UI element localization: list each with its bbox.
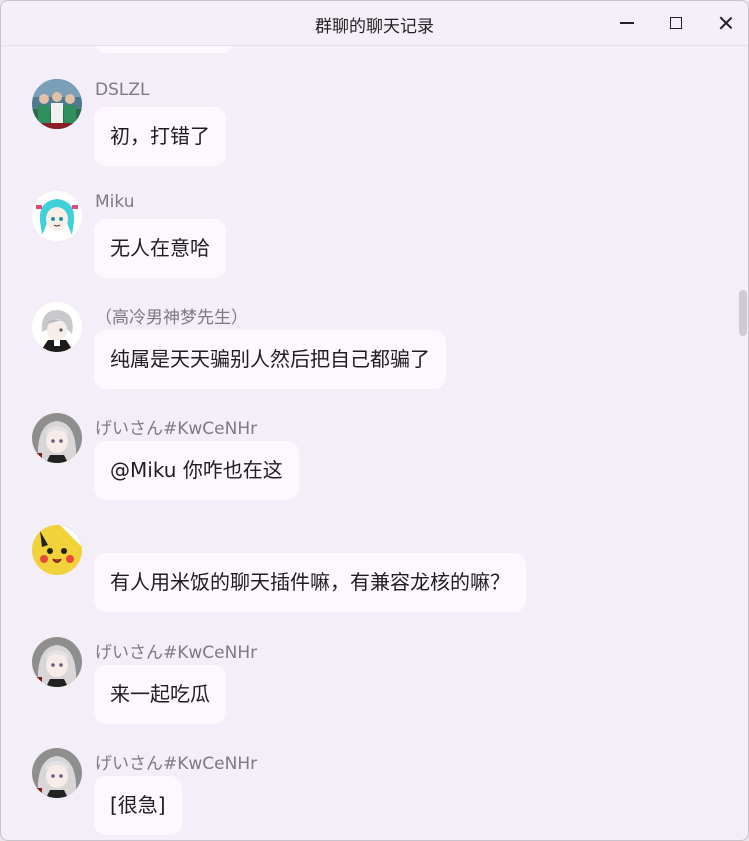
- message-list[interactable]: DSLZL 初，打错了 Miku 无人在意哈 （高冷男神梦先生） 纯属是天天骗别…: [1, 46, 748, 840]
- sender-name: げいさん#KwCeNHr: [95, 643, 258, 663]
- chat-history-window: 群聊的聊天记录 DSLZL 初，打错了 Miku 无人在意哈 （高冷男神梦先生）…: [0, 0, 749, 841]
- minimize-icon: [620, 22, 634, 24]
- sender-name: Miku: [95, 192, 135, 212]
- sender-name: げいさん#KwCeNHr: [95, 419, 258, 439]
- anime-girl-avatar[interactable]: [32, 413, 82, 463]
- sender-name: げいさん#KwCeNHr: [95, 754, 258, 774]
- scrollbar-thumb[interactable]: [739, 290, 747, 336]
- message-bubble[interactable]: 初，打错了: [94, 107, 226, 166]
- message-bubble[interactable]: [很急]: [94, 776, 182, 835]
- silver-hair-avatar[interactable]: [32, 302, 82, 352]
- miku-avatar[interactable]: [32, 191, 82, 241]
- message-bubble[interactable]: 纯属是天天骗别人然后把自己都骗了: [94, 330, 446, 389]
- message-bubble[interactable]: @Miku 你咋也在这: [94, 441, 299, 500]
- message-bubble-partial: [94, 46, 234, 53]
- message-bubble[interactable]: 来一起吃瓜: [94, 665, 226, 724]
- close-icon: [719, 16, 733, 30]
- minimize-button[interactable]: [607, 7, 647, 39]
- maximize-button[interactable]: [656, 7, 696, 39]
- pikachu-avatar[interactable]: [32, 525, 82, 575]
- message-bubble[interactable]: 无人在意哈: [94, 219, 226, 278]
- group-photo-avatar[interactable]: [32, 79, 82, 129]
- anime-girl-avatar[interactable]: [32, 748, 82, 798]
- maximize-icon: [670, 17, 682, 29]
- sender-name: （高冷男神梦先生）: [95, 308, 248, 328]
- close-button[interactable]: [706, 7, 746, 39]
- sender-name: DSLZL: [95, 80, 150, 100]
- anime-girl-avatar[interactable]: [32, 637, 82, 687]
- message-bubble[interactable]: 有人用米饭的聊天插件嘛，有兼容龙核的嘛？: [94, 553, 526, 612]
- title-bar: 群聊的聊天记录: [1, 1, 748, 46]
